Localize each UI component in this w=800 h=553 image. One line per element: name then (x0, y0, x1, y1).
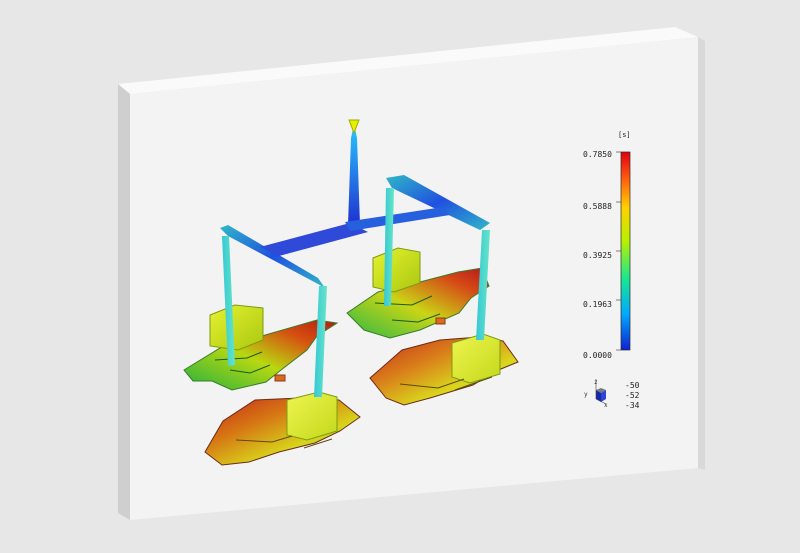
orientation-angle-3: -34 (625, 401, 640, 410)
part-box-bottom-left (286, 391, 338, 441)
panel-right-shadow (698, 37, 705, 470)
axis-y-label: y (584, 391, 588, 398)
legend-unit: [s] (618, 131, 631, 139)
gate-top-left (274, 374, 286, 382)
legend-tick-2: 0.5888 (583, 202, 612, 211)
legend-colorbar (620, 151, 631, 351)
part-box-bottom-right (451, 333, 501, 384)
orientation-angle-1: -50 (625, 381, 640, 390)
simulation-board: [s] 0.7850 0.5888 0.3925 0.1963 0.0000 z… (118, 27, 705, 520)
gate-top-right (435, 317, 446, 325)
legend-tick-1: 0.7850 (583, 150, 612, 159)
legend-tick-3: 0.3925 (583, 251, 612, 260)
legend-tick-5: 0.0000 (583, 351, 612, 360)
orientation-angle-2: -52 (625, 391, 640, 400)
part-box-top-left (209, 304, 264, 351)
legend-tick-4: 0.1963 (583, 300, 612, 309)
panel-left-edge (118, 84, 130, 520)
